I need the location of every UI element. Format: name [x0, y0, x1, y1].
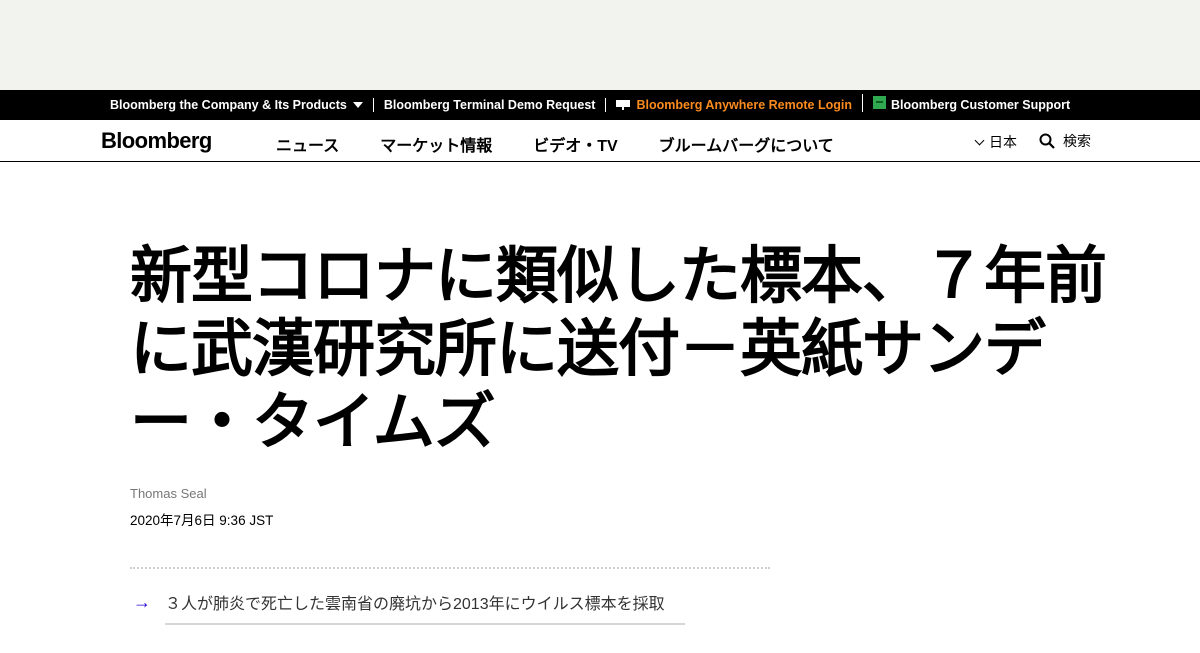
- region-selector[interactable]: 日本: [974, 132, 1017, 152]
- terminal-demo-label: Bloomberg Terminal Demo Request: [383, 98, 596, 112]
- help-key-icon: [872, 95, 886, 109]
- anywhere-login-label: Bloomberg Anywhere Remote Login: [636, 98, 852, 112]
- customer-support-link[interactable]: Bloomberg Customer Support: [872, 95, 1071, 112]
- divider: [605, 98, 607, 112]
- search-label: 検索: [1063, 133, 1091, 149]
- article-headline: 新型コロナに類似した標本、７年前に武漢研究所に送付－英紙サンデー・タイムズ: [130, 242, 1107, 457]
- ad-banner-area: [0, 0, 1200, 90]
- terminal-demo-link[interactable]: Bloomberg Terminal Demo Request: [384, 98, 596, 112]
- bloomberg-logo[interactable]: Bloomberg: [101, 128, 212, 154]
- nav-link-about[interactable]: ブルームバーグについて: [659, 132, 834, 156]
- corporate-top-bar: Bloomberg the Company & Its Products Blo…: [0, 90, 1200, 120]
- nav-links: ニュース マーケット情報 ビデオ・TV ブルームバーグについて: [276, 132, 875, 156]
- divider: [372, 98, 374, 112]
- divider: [861, 94, 863, 112]
- region-label: 日本: [989, 134, 1017, 150]
- company-products-menu[interactable]: Bloomberg the Company & Its Products: [110, 98, 363, 112]
- monitor-icon: [616, 99, 632, 111]
- nav-link-news[interactable]: ニュース: [276, 132, 339, 156]
- nav-link-video-tv[interactable]: ビデオ・TV: [533, 132, 617, 156]
- main-navigation: Bloomberg ニュース マーケット情報 ビデオ・TV ブルームバーグについ…: [0, 120, 1200, 162]
- cutoff-text-line: [165, 623, 685, 632]
- customer-support-label: Bloomberg Customer Support: [890, 98, 1071, 112]
- search-icon: [1039, 133, 1055, 149]
- company-products-label: Bloomberg the Company & Its Products: [110, 98, 347, 112]
- chevron-down-icon: [974, 135, 985, 145]
- search-button[interactable]: 検索: [1039, 131, 1091, 151]
- arrow-right-icon: →: [133, 591, 151, 612]
- nav-link-markets[interactable]: マーケット情報: [380, 132, 492, 156]
- summary-bullet-text: ３人が肺炎で死亡した雲南省の廃坑から2013年にウイルス標本を採取: [165, 596, 665, 613]
- publish-date: 2020年7月6日 9:36 JST: [130, 513, 274, 528]
- caret-down-icon: [352, 102, 363, 108]
- section-divider: [130, 567, 770, 569]
- author-name[interactable]: Thomas Seal: [130, 486, 207, 501]
- anywhere-login-link[interactable]: Bloomberg Anywhere Remote Login: [616, 98, 852, 112]
- summary-bullet-cutoff: [133, 623, 733, 653]
- summary-bullet: → ３人が肺炎で死亡した雲南省の廃坑から2013年にウイルス標本を採取: [133, 590, 665, 614]
